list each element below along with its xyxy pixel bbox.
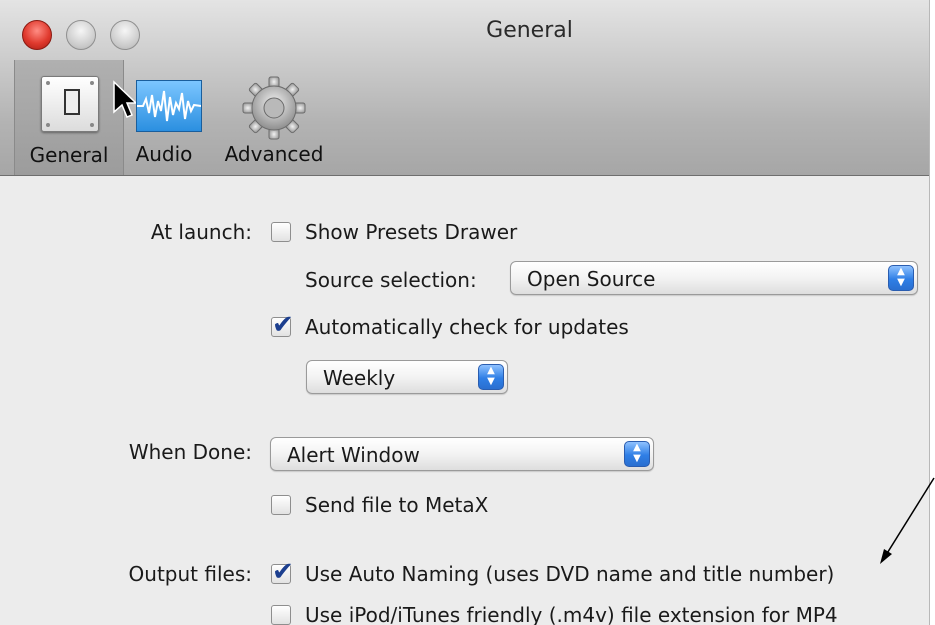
annotation-arrow-icon [880, 477, 935, 564]
